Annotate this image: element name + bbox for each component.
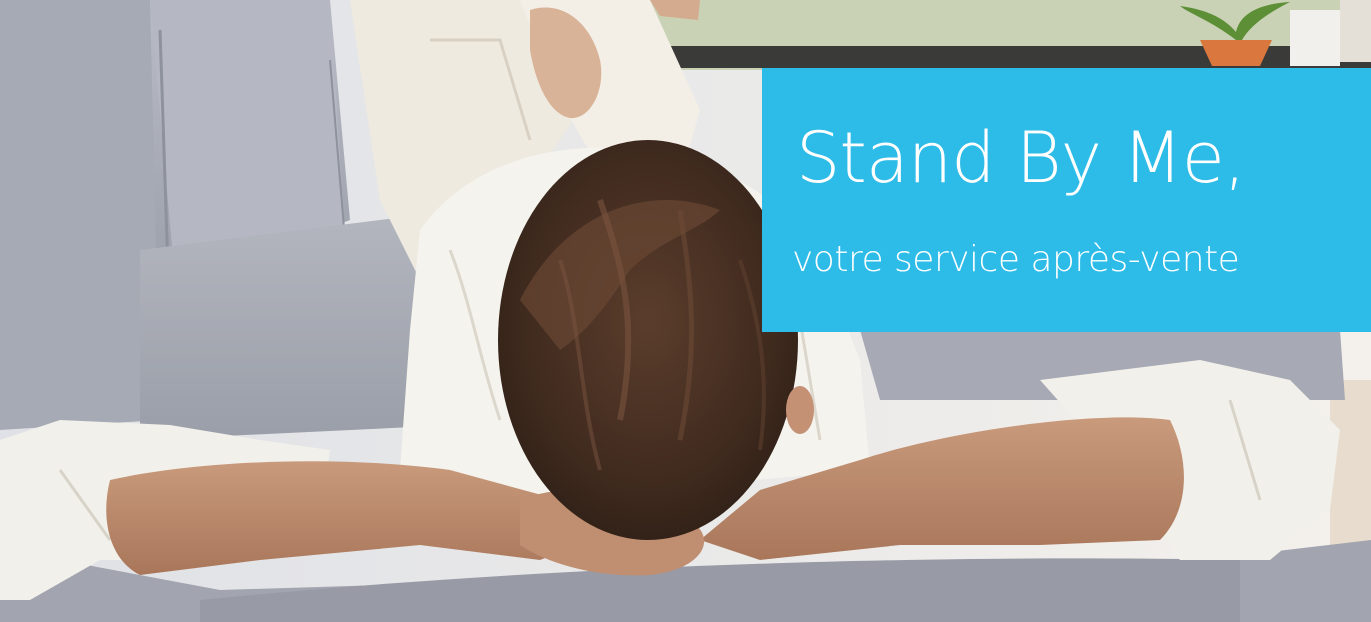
headline-subtitle: votre service après-vente: [792, 239, 1240, 280]
headline-panel: Stand By Me, votre service après-vente: [762, 68, 1371, 332]
hero-banner: Stand By Me, votre service après-vente: [0, 0, 1371, 622]
headline-title: Stand By Me,: [796, 117, 1246, 199]
